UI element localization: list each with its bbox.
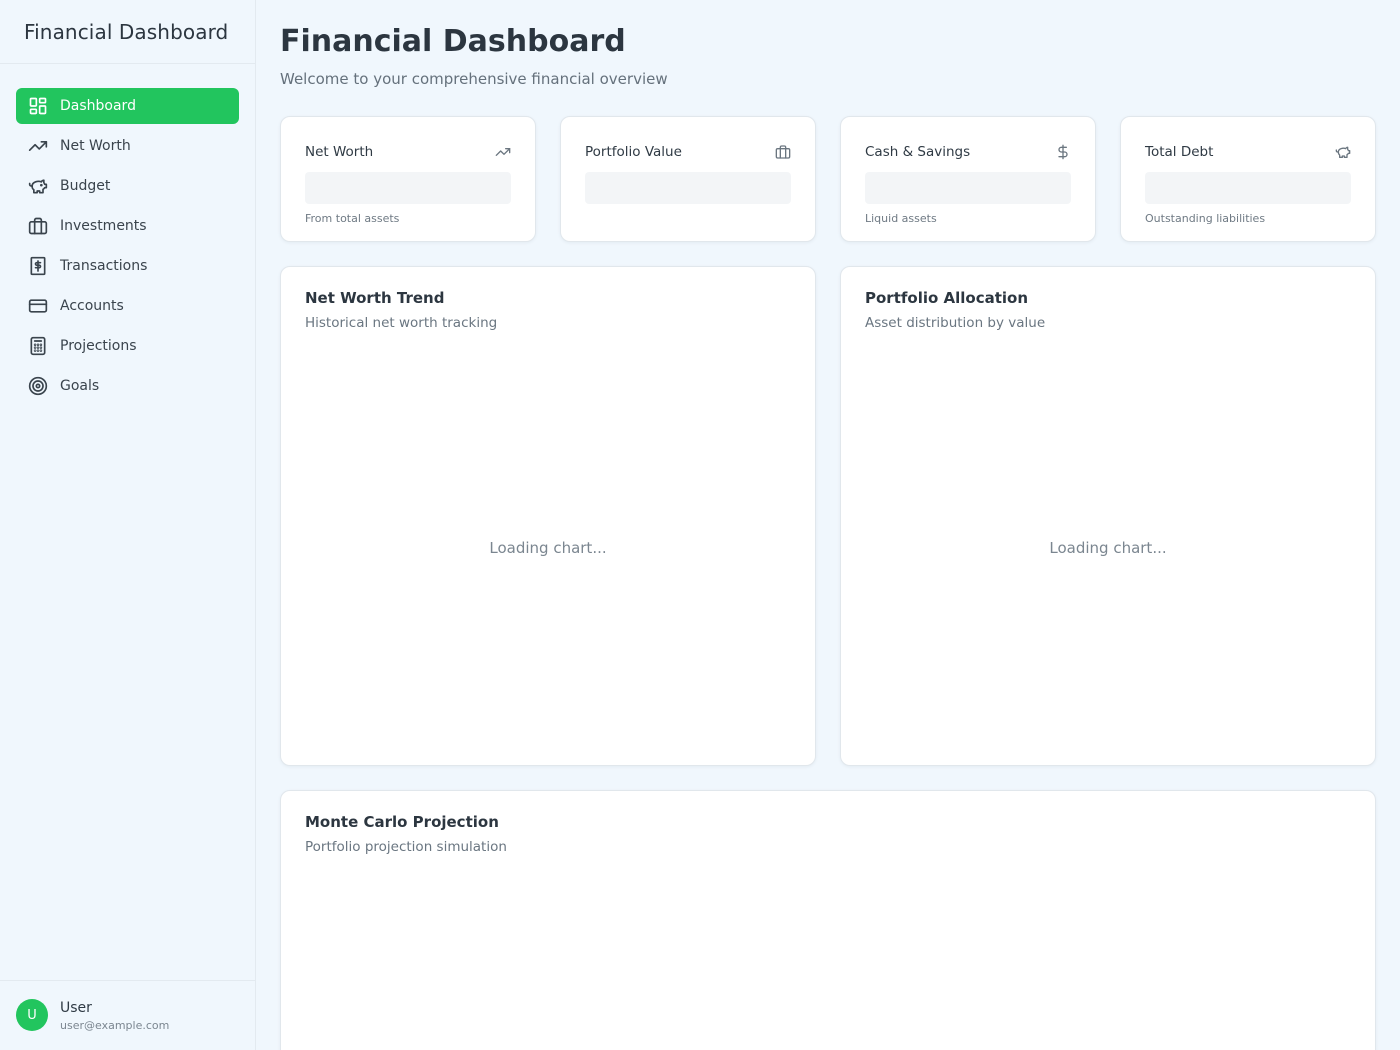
sidebar-item-label: Transactions [60,258,148,274]
sidebar-item-goals[interactable]: Goals [16,368,239,404]
piggy-bank-icon [28,176,48,196]
sidebar-item-projections[interactable]: Projections [16,328,239,364]
avatar: U [16,999,48,1031]
user-email: user@example.com [60,1019,170,1032]
sidebar-item-accounts[interactable]: Accounts [16,288,239,324]
dashboard-grid-icon [28,96,48,116]
sidebar-header: Financial Dashboard [0,0,255,64]
briefcase-icon [775,144,791,160]
dollar-icon [1055,144,1071,160]
sidebar-item-label: Investments [60,218,147,234]
page-title: Financial Dashboard [280,24,626,59]
card-subtitle: Historical net worth tracking [305,315,498,331]
receipt-dollar-icon [28,256,48,276]
sidebar-item-label: Dashboard [60,98,136,114]
net-worth-trend-card: Net Worth Trend Historical net worth tra… [280,266,816,766]
trending-up-icon [28,136,48,156]
calculator-icon [28,336,48,356]
chart-loading-text: Loading chart... [1049,539,1167,557]
sidebar-nav: Dashboard Net Worth Budget Investments T… [0,64,255,404]
briefcase-icon [28,216,48,236]
sidebar-item-label: Goals [60,378,100,394]
stat-subtitle: Outstanding liabilities [1145,212,1266,225]
sidebar-item-label: Accounts [60,298,124,314]
sidebar-item-budget[interactable]: Budget [16,168,239,204]
stat-title: Portfolio Value [585,144,682,160]
stat-subtitle: Liquid assets [865,212,937,225]
stat-title: Cash & Savings [865,144,971,160]
stat-card-portfolio-value: Portfolio Value [560,116,816,242]
stat-title: Total Debt [1145,144,1214,160]
card-subtitle: Asset distribution by value [865,315,1046,331]
card-title: Net Worth Trend [305,289,445,307]
page-subtitle: Welcome to your comprehensive financial … [280,70,668,88]
stat-value-skeleton [585,172,791,204]
sidebar-item-dashboard[interactable]: Dashboard [16,88,239,124]
stat-title: Net Worth [305,144,374,160]
user-info: User user@example.com [60,999,169,1034]
sidebar-item-label: Projections [60,338,137,354]
sidebar-item-label: Budget [60,178,111,194]
card-subtitle: Portfolio projection simulation [305,839,507,855]
piggy-bank-icon [1335,144,1351,160]
stat-value-skeleton [305,172,511,204]
sidebar-item-investments[interactable]: Investments [16,208,239,244]
user-name: User [60,1000,92,1016]
card-title: Monte Carlo Projection [305,813,499,831]
user-profile[interactable]: U User user@example.com [0,980,255,1050]
stat-card-net-worth: Net Worth From total assets [280,116,536,242]
sidebar-item-label: Net Worth [60,138,131,154]
sidebar-item-transactions[interactable]: Transactions [16,248,239,284]
stat-card-cash-savings: Cash & Savings Liquid assets [840,116,1096,242]
portfolio-allocation-card: Portfolio Allocation Asset distribution … [840,266,1376,766]
target-icon [28,376,48,396]
stat-card-total-debt: Total Debt Outstanding liabilities [1120,116,1376,242]
stat-value-skeleton [1145,172,1351,204]
stat-value-skeleton [865,172,1071,204]
sidebar-item-net-worth[interactable]: Net Worth [16,128,239,164]
app-brand: Financial Dashboard [24,20,229,44]
card-title: Portfolio Allocation [865,289,1029,307]
sidebar: Financial Dashboard Dashboard Net Worth [0,0,256,1050]
stat-subtitle: From total assets [305,212,400,225]
trending-up-icon [495,144,511,160]
chart-loading-text: Loading chart... [489,539,607,557]
monte-carlo-projection-card: Monte Carlo Projection Portfolio project… [280,790,1376,1050]
credit-card-icon [28,296,48,316]
